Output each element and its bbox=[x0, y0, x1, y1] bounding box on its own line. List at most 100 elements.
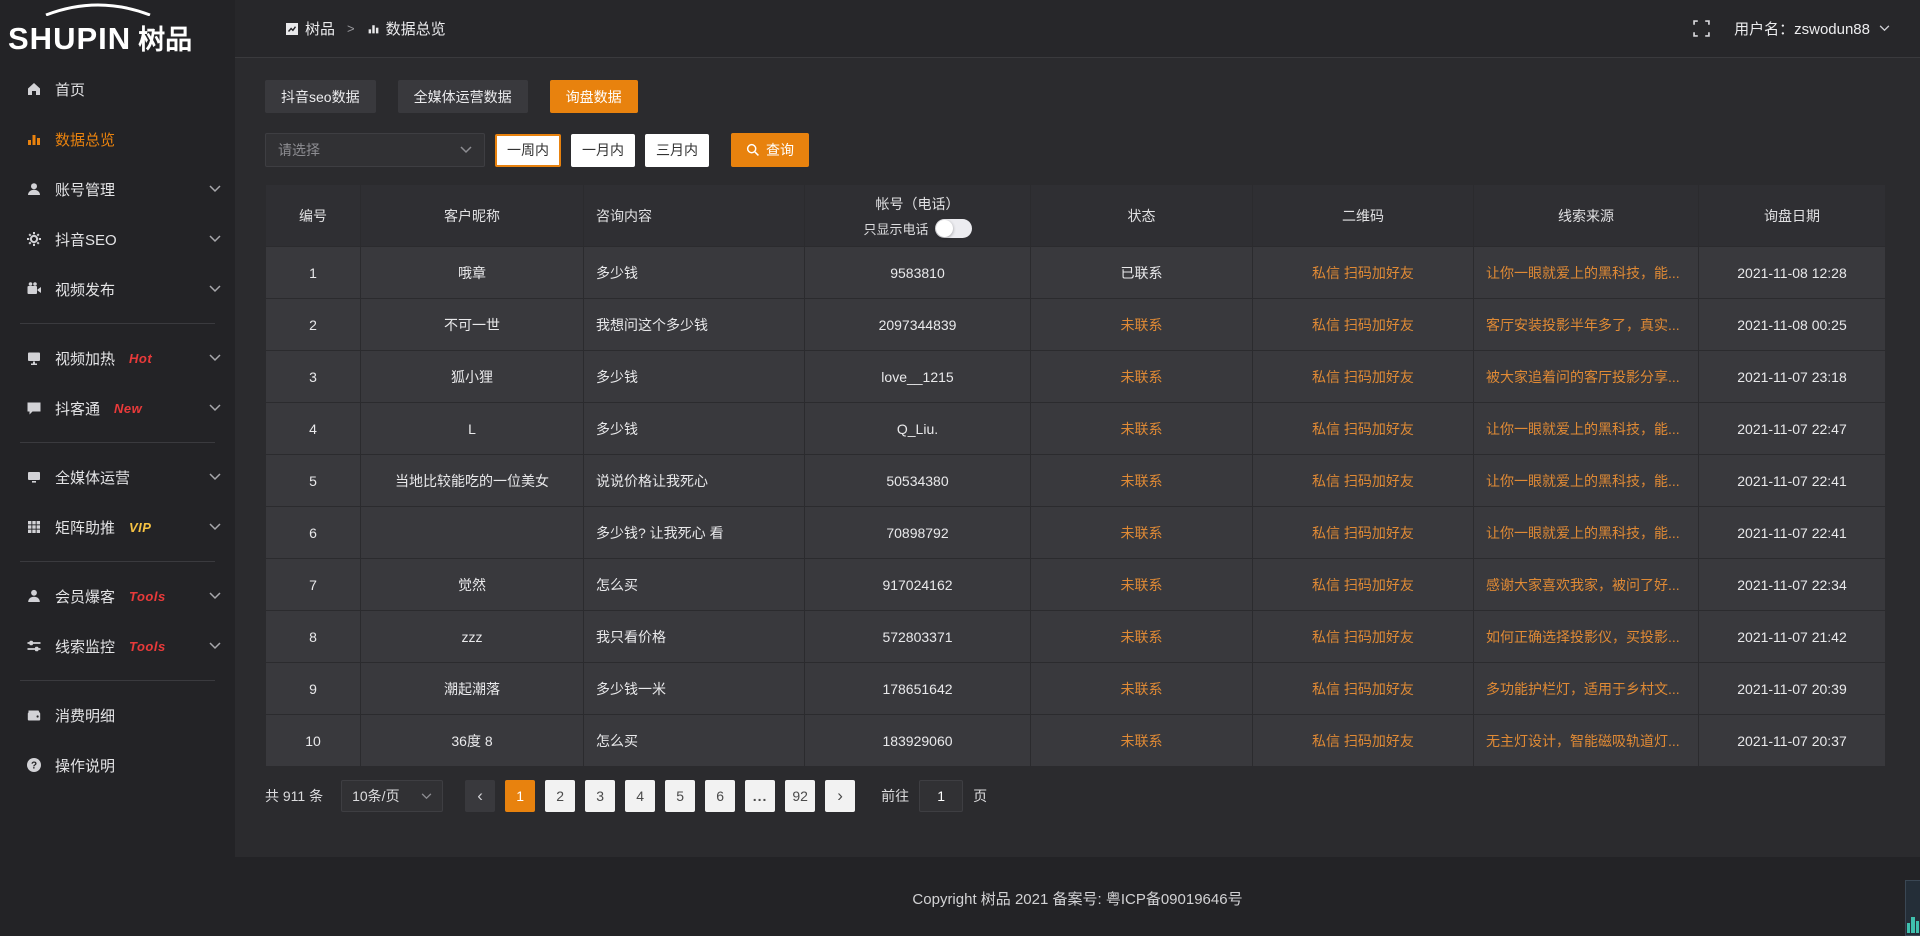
sidebar-item-label: 抖音SEO bbox=[55, 229, 117, 250]
page-button-1[interactable]: 1 bbox=[505, 780, 535, 812]
sidebar-item-label: 操作说明 bbox=[55, 755, 115, 776]
cell-qrcode-link[interactable]: 私信 扫码加好友 bbox=[1253, 559, 1474, 611]
cell-source-link[interactable]: 让你一眼就爱上的黑科技，能... bbox=[1474, 403, 1699, 455]
prev-page-button[interactable]: ‹ bbox=[465, 780, 495, 812]
range-quarter-button[interactable]: 三月内 bbox=[645, 134, 709, 167]
sidebar-item-label: 会员爆客 bbox=[55, 586, 115, 607]
page-button-3[interactable]: 3 bbox=[585, 780, 615, 812]
cell-qrcode-link[interactable]: 私信 扫码加好友 bbox=[1253, 403, 1474, 455]
sidebar-item-matrix-boost[interactable]: 矩阵助推 VIP bbox=[0, 502, 235, 552]
cell-id: 1 bbox=[266, 247, 361, 299]
breadcrumb-current: 数据总览 bbox=[386, 18, 446, 39]
phone-only-toggle[interactable] bbox=[935, 219, 972, 238]
cell-content: 多少钱 bbox=[584, 351, 805, 403]
sidebar-item-lead-monitor[interactable]: 线索监控 Tools bbox=[0, 621, 235, 671]
cell-qrcode-link[interactable]: 私信 扫码加好友 bbox=[1253, 351, 1474, 403]
screen-icon bbox=[25, 350, 42, 367]
page-size-value: 10条/页 bbox=[352, 786, 399, 806]
tab-inquiry-data[interactable]: 询盘数据 bbox=[550, 80, 638, 113]
chevron-down-icon bbox=[1879, 25, 1890, 32]
grid-icon bbox=[25, 519, 42, 536]
cell-date: 2021-11-07 23:18 bbox=[1699, 351, 1886, 403]
page-button-2[interactable]: 2 bbox=[545, 780, 575, 812]
page-button-4[interactable]: 4 bbox=[625, 780, 655, 812]
cell-date: 2021-11-07 22:41 bbox=[1699, 507, 1886, 559]
sidebar-item-doketong[interactable]: 抖客通 New bbox=[0, 383, 235, 433]
page-ellipsis-button[interactable]: ... bbox=[745, 780, 775, 812]
pagination-bar: 共 911 条 10条/页 ‹ 1 2 3 4 5 6 ... 92 › 前往 … bbox=[265, 780, 1920, 812]
sidebar-item-data-overview[interactable]: 数据总览 bbox=[0, 114, 235, 164]
sidebar-item-home[interactable]: 首页 bbox=[0, 64, 235, 114]
sidebar-menu: 首页 数据总览 账号管理 抖音SEO 视频发布 视频加热 Hot bbox=[0, 58, 235, 790]
sidebar-item-label: 数据总览 bbox=[55, 129, 115, 150]
sidebar-item-member-burst[interactable]: 会员爆客 Tools bbox=[0, 571, 235, 621]
cell-account: 178651642 bbox=[805, 663, 1031, 715]
bar-chart-icon bbox=[367, 22, 380, 35]
cell-id: 7 bbox=[266, 559, 361, 611]
cell-date: 2021-11-07 20:37 bbox=[1699, 715, 1886, 767]
cell-source-link[interactable]: 无主灯设计，智能磁吸轨道灯... bbox=[1474, 715, 1699, 767]
cell-qrcode-link[interactable]: 私信 扫码加好友 bbox=[1253, 455, 1474, 507]
cell-content: 我想问这个多少钱 bbox=[584, 299, 805, 351]
menu-divider bbox=[20, 680, 215, 681]
page-button-5[interactable]: 5 bbox=[665, 780, 695, 812]
goto-page-input[interactable] bbox=[919, 780, 963, 812]
cell-id: 2 bbox=[266, 299, 361, 351]
col-date: 询盘日期 bbox=[1699, 185, 1886, 247]
cell-qrcode-link[interactable]: 私信 扫码加好友 bbox=[1253, 299, 1474, 351]
cell-qrcode-link[interactable]: 私信 扫码加好友 bbox=[1253, 663, 1474, 715]
app-square-icon bbox=[285, 22, 299, 36]
cell-content: 多少钱一米 bbox=[584, 663, 805, 715]
cell-source-link[interactable]: 客厅安装投影半年多了，真实... bbox=[1474, 299, 1699, 351]
page-button-6[interactable]: 6 bbox=[705, 780, 735, 812]
widget-bar bbox=[1907, 923, 1910, 933]
cell-nickname: zzz bbox=[361, 611, 584, 663]
cell-source-link[interactable]: 被大家追着问的客厅投影分享... bbox=[1474, 351, 1699, 403]
cell-qrcode-link[interactable]: 私信 扫码加好友 bbox=[1253, 247, 1474, 299]
sidebar-item-omnimedia[interactable]: 全媒体运营 bbox=[0, 452, 235, 502]
col-account-label: 帐号（电话） bbox=[805, 194, 1030, 214]
cell-date: 2021-11-07 22:34 bbox=[1699, 559, 1886, 611]
menu-divider bbox=[20, 561, 215, 562]
sidebar-item-video-publish[interactable]: 视频发布 bbox=[0, 264, 235, 314]
breadcrumb-separator: > bbox=[347, 21, 355, 36]
sidebar-item-video-heat[interactable]: 视频加热 Hot bbox=[0, 333, 235, 383]
cell-content: 我只看价格 bbox=[584, 611, 805, 663]
col-id: 编号 bbox=[266, 185, 361, 247]
filter-select[interactable]: 请选择 bbox=[265, 133, 485, 167]
cell-qrcode-link[interactable]: 私信 扫码加好友 bbox=[1253, 611, 1474, 663]
sidebar-item-douyin-seo[interactable]: 抖音SEO bbox=[0, 214, 235, 264]
cell-date: 2021-11-07 21:42 bbox=[1699, 611, 1886, 663]
cell-qrcode-link[interactable]: 私信 扫码加好友 bbox=[1253, 507, 1474, 559]
cell-source-link[interactable]: 多功能护栏灯，适用于乡村文... bbox=[1474, 663, 1699, 715]
sidebar-item-help[interactable]: ? 操作说明 bbox=[0, 740, 235, 790]
vip-badge: VIP bbox=[129, 520, 151, 535]
cell-status: 未联系 bbox=[1031, 455, 1253, 507]
chevron-down-icon bbox=[209, 235, 221, 243]
user-dropdown[interactable]: 用户名：zswodun88 bbox=[1734, 18, 1890, 39]
cell-id: 9 bbox=[266, 663, 361, 715]
cell-source-link[interactable]: 如何正确选择投影仪，买投影... bbox=[1474, 611, 1699, 663]
cell-source-link[interactable]: 感谢大家喜欢我家，被问了好... bbox=[1474, 559, 1699, 611]
range-month-button[interactable]: 一月内 bbox=[571, 134, 635, 167]
floating-widget[interactable] bbox=[1905, 880, 1920, 936]
range-week-button[interactable]: 一周内 bbox=[495, 134, 561, 167]
tab-omnimedia-data[interactable]: 全媒体运营数据 bbox=[398, 80, 528, 113]
next-page-button[interactable]: › bbox=[825, 780, 855, 812]
query-button[interactable]: 查询 bbox=[731, 133, 809, 167]
cell-source-link[interactable]: 让你一眼就爱上的黑科技，能... bbox=[1474, 507, 1699, 559]
page-size-select[interactable]: 10条/页 bbox=[341, 780, 443, 812]
chevron-down-icon bbox=[209, 473, 221, 481]
tab-douyin-seo-data[interactable]: 抖音seo数据 bbox=[265, 80, 376, 113]
cell-source-link[interactable]: 让你一眼就爱上的黑科技，能... bbox=[1474, 455, 1699, 507]
page-button-92[interactable]: 92 bbox=[785, 780, 815, 812]
breadcrumb-root[interactable]: 树品 bbox=[305, 18, 335, 39]
logo-arc-icon bbox=[42, 3, 154, 16]
sidebar-item-spend-detail[interactable]: 消费明细 bbox=[0, 690, 235, 740]
cell-qrcode-link[interactable]: 私信 扫码加好友 bbox=[1253, 715, 1474, 767]
cell-status: 未联系 bbox=[1031, 559, 1253, 611]
cell-account: 50534380 bbox=[805, 455, 1031, 507]
cell-source-link[interactable]: 让你一眼就爱上的黑科技，能... bbox=[1474, 247, 1699, 299]
fullscreen-icon[interactable] bbox=[1693, 20, 1710, 37]
sidebar-item-account-mgmt[interactable]: 账号管理 bbox=[0, 164, 235, 214]
